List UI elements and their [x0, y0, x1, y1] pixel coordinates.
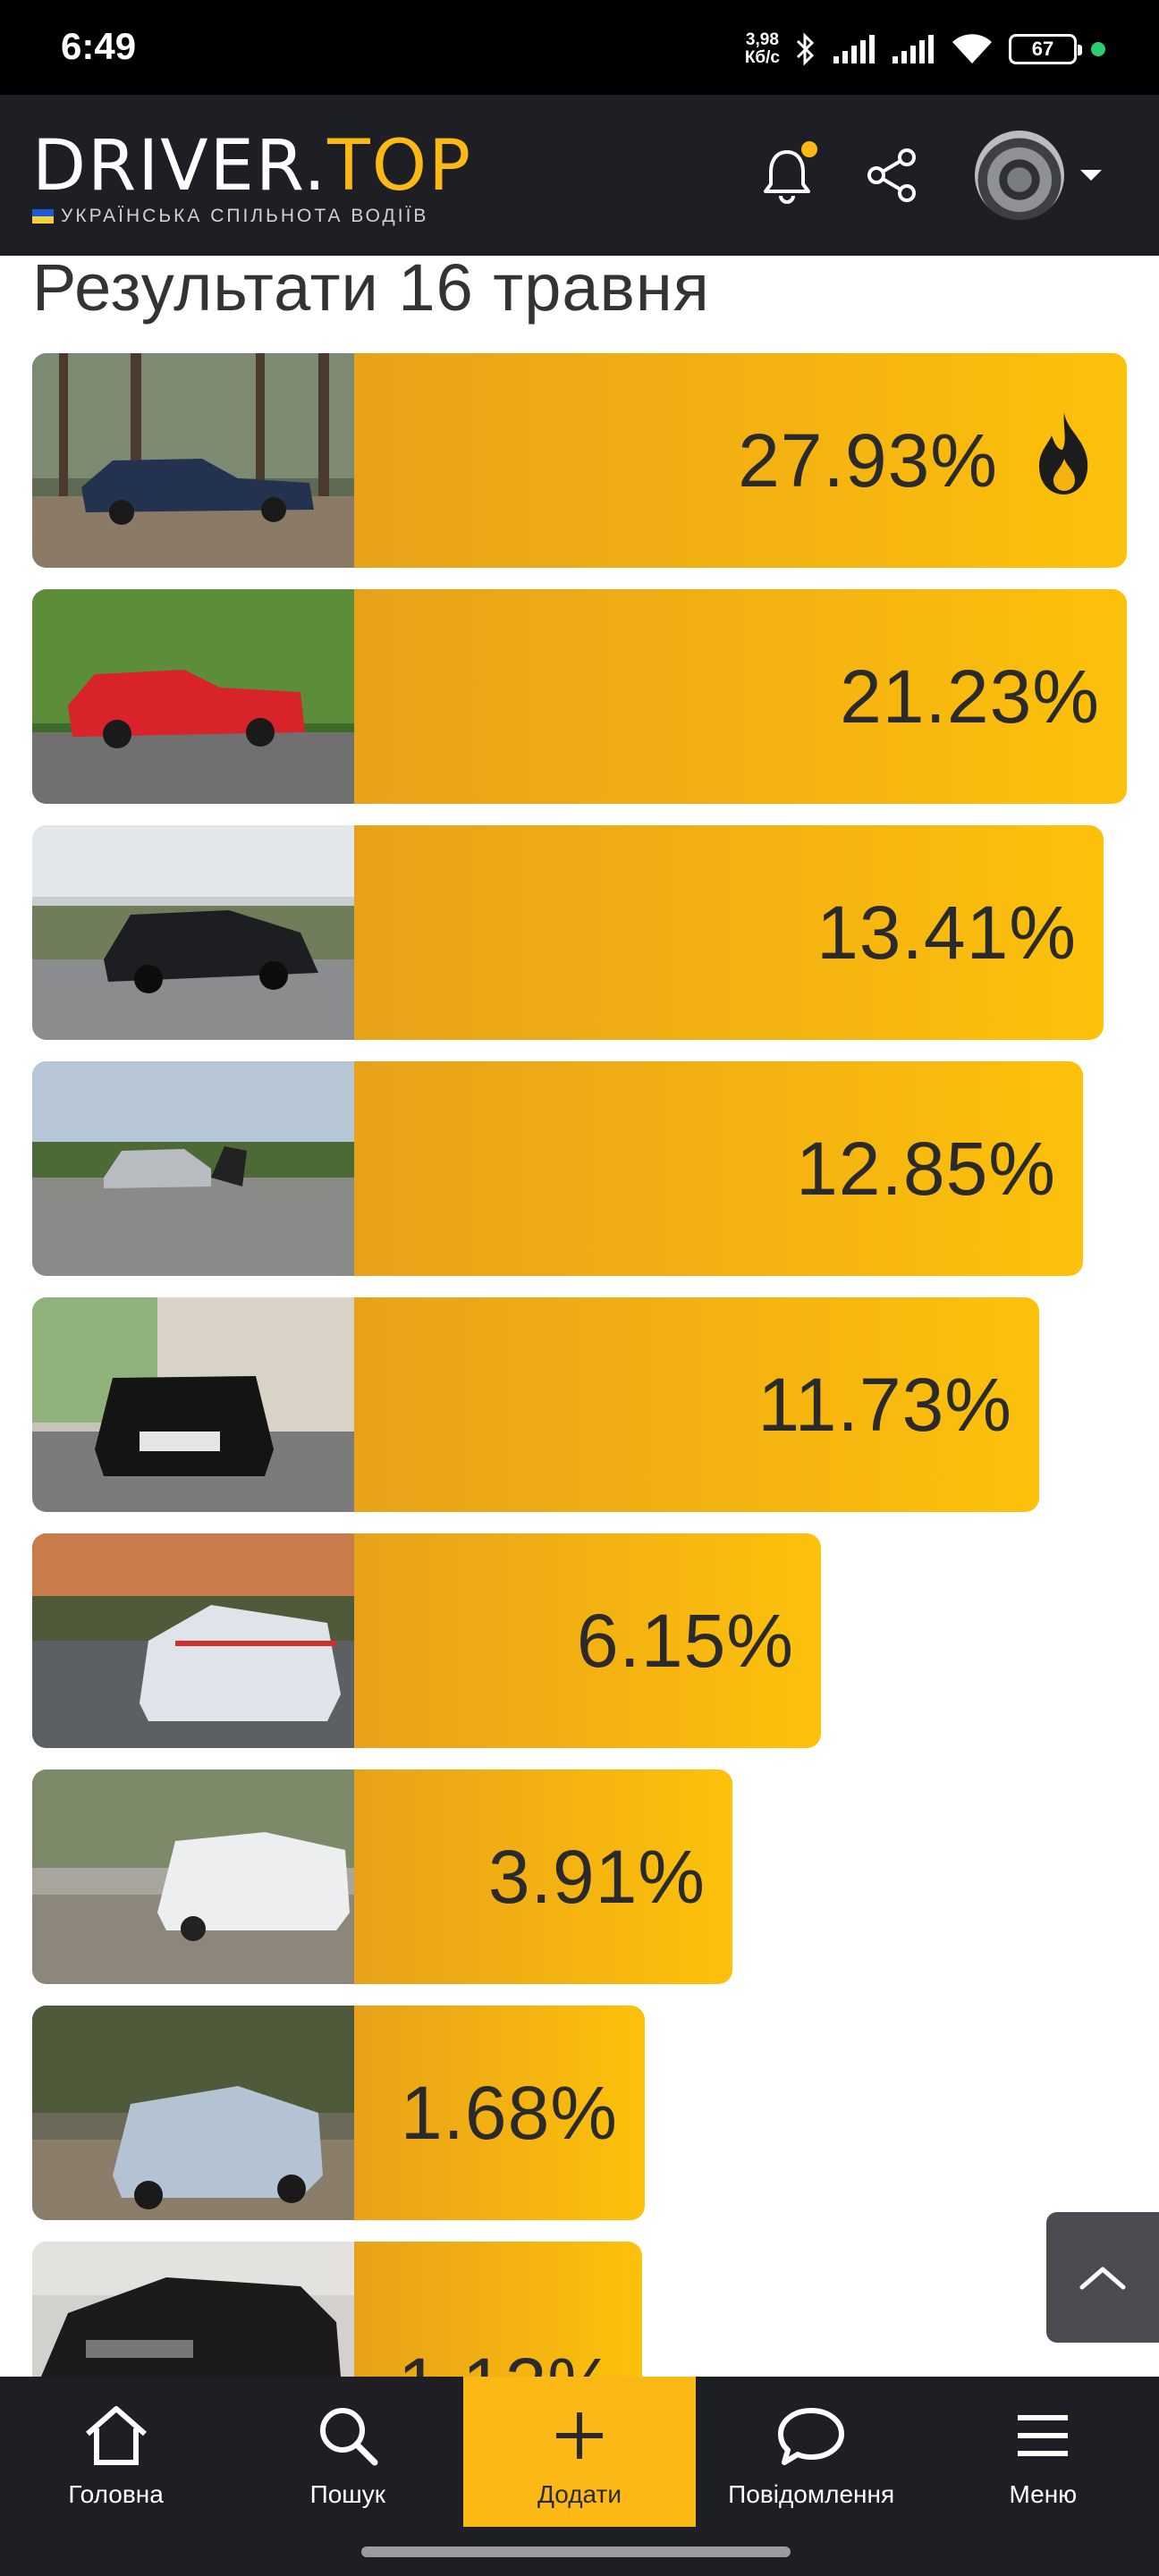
result-row[interactable]: 3.91%: [32, 1769, 732, 1984]
chat-bubble-icon: [778, 2408, 845, 2465]
gesture-area: [0, 2527, 1159, 2576]
network-speed-unit: Кб/с: [744, 48, 780, 67]
result-percent: 6.15%: [576, 1599, 794, 1683]
screen: 6:49 3,98 Кб/с 67 DRIVER.TOP УКРАЇНСЬКА …: [0, 0, 1159, 2576]
nav-add[interactable]: Додати: [463, 2377, 696, 2527]
result-percent: 1.12%: [398, 2277, 615, 2377]
plus-icon: [555, 2412, 603, 2459]
car-photo: [32, 1061, 354, 1276]
menu-icon: [1018, 2415, 1069, 2456]
logo-subtitle: УКРАЇНСЬКА СПІЛЬНОТА ВОДІЇВ: [32, 206, 472, 227]
result-percent: 21.23%: [840, 655, 1100, 739]
result-row[interactable]: 27.93%: [32, 353, 1127, 568]
car-photo: [32, 825, 354, 1040]
nav-search[interactable]: Пошук: [232, 2377, 463, 2527]
logo[interactable]: DRIVER.TOP УКРАЇНСЬКА СПІЛЬНОТА ВОДІЇВ: [32, 131, 472, 227]
avatar[interactable]: [975, 131, 1064, 220]
network-speed-value: 3,98: [745, 30, 779, 49]
nav-search-label: Пошук: [309, 2480, 385, 2508]
result-percent: 11.73%: [757, 1363, 1012, 1447]
logo-text: DRIVER.TOP: [32, 131, 472, 202]
car-photo: [32, 1297, 354, 1512]
ukraine-flag-icon: [32, 209, 54, 224]
nav-home[interactable]: Головна: [0, 2377, 232, 2527]
car-photo: [32, 1533, 354, 1748]
chevron-up-icon: [1079, 2267, 1126, 2290]
wifi-icon: [952, 34, 992, 63]
result-percent: 27.93%: [738, 418, 998, 503]
result-row[interactable]: 13.41%: [32, 825, 1104, 1040]
nav-messages-label: Повідомлення: [728, 2480, 895, 2508]
logo-main-text: DRIVER.: [32, 126, 328, 207]
fire-icon: [1039, 412, 1088, 494]
car-photo: [32, 2006, 354, 2220]
nav-messages[interactable]: Повідомлення: [696, 2377, 927, 2527]
result-percent: 3.91%: [487, 1835, 706, 1919]
result-row[interactable]: 12.85%: [32, 1061, 1083, 1276]
nav-menu-label: Меню: [1009, 2480, 1078, 2508]
bluetooth-icon: [796, 32, 815, 66]
logo-subtitle-text: УКРАЇНСЬКА СПІЛЬНОТА ВОДІЇВ: [61, 206, 429, 226]
car-photo: [32, 353, 354, 568]
scroll-to-top-button[interactable]: [1046, 2212, 1159, 2343]
result-percent: 13.41%: [816, 891, 1077, 975]
network-speed: 3,98 Кб/с: [745, 31, 780, 67]
status-bar: 6:49 3,98 Кб/с 67: [0, 0, 1159, 95]
signal-icon: [833, 35, 875, 63]
share-button[interactable]: [857, 139, 928, 211]
result-row[interactable]: 11.73%: [32, 1297, 1039, 1512]
nav-add-label: Додати: [537, 2480, 622, 2508]
notification-badge: [801, 141, 817, 157]
nav-menu[interactable]: Меню: [927, 2377, 1159, 2527]
chevron-down-icon[interactable]: [1079, 168, 1104, 184]
result-row[interactable]: 1.12%: [32, 2242, 642, 2377]
car-photo: [32, 1769, 354, 1984]
bottom-navigation: Головна Пошук Додати Повідомлення Меню: [0, 2377, 1159, 2527]
result-row[interactable]: 6.15%: [32, 1533, 821, 1748]
result-row[interactable]: 21.23%: [32, 589, 1127, 804]
home-gesture-bar[interactable]: [361, 2546, 791, 2557]
result-percent: 1.68%: [400, 2071, 618, 2155]
notifications-button[interactable]: [751, 139, 823, 211]
app-header: DRIVER.TOP УКРАЇНСЬКА СПІЛЬНОТА ВОДІЇВ: [0, 95, 1159, 256]
page-title: Результати 16 травня: [32, 250, 710, 325]
logo-accent-text: TOP: [327, 126, 473, 207]
result-percent: 12.85%: [796, 1127, 1056, 1211]
car-photo: [32, 589, 354, 804]
home-icon: [85, 2406, 147, 2465]
status-time: 6:49: [61, 25, 137, 67]
car-photo: [32, 2242, 354, 2377]
search-icon: [319, 2408, 378, 2466]
share-icon: [867, 148, 916, 202]
nav-home-label: Головна: [68, 2480, 164, 2508]
battery-indicator: 67: [1009, 34, 1082, 64]
signal-icon-2: [893, 35, 934, 63]
status-icons: 3,98 Кб/с 67: [745, 27, 1105, 72]
result-row[interactable]: 1.68%: [32, 2006, 645, 2220]
privacy-dot: [1091, 42, 1105, 56]
